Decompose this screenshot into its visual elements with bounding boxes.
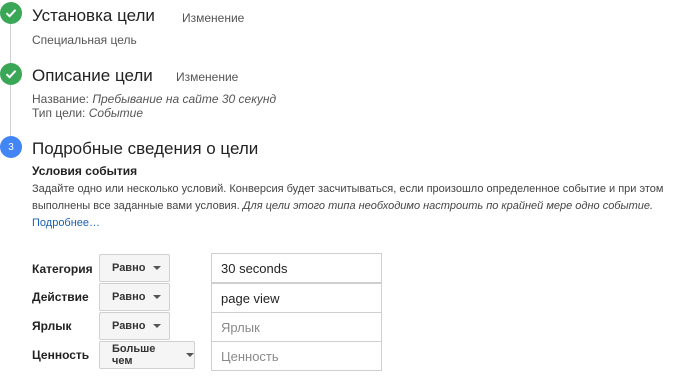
value-operator-value: Больше чем	[112, 343, 156, 367]
value-value-input[interactable]	[211, 341, 382, 371]
edit-goal-description-link[interactable]: Изменение	[176, 70, 238, 84]
condition-label-value: Ценность	[32, 348, 90, 362]
value-operator-dropdown[interactable]: Больше чем	[99, 341, 195, 369]
event-conditions-heading: Условия события	[32, 164, 138, 178]
goal-name-label: Название:	[32, 92, 89, 106]
chevron-down-icon	[186, 353, 194, 357]
event-conditions-description: Задайте одно или несколько условий. Конв…	[32, 181, 677, 215]
learn-more-link[interactable]: Подробнее…	[32, 217, 100, 229]
goal-name-line: Название: Пребывание на сайте 30 секунд	[32, 92, 276, 106]
action-operator-dropdown[interactable]: Равно	[99, 283, 170, 311]
step-number-badge: 3	[0, 136, 22, 158]
step-complete-check-icon	[0, 2, 22, 24]
condition-label-action: Действие	[32, 290, 89, 304]
goal-name-value: Пребывание на сайте 30 секунд	[92, 92, 277, 106]
condition-label-label: Ярлык	[32, 319, 72, 333]
goal-setup-subtitle: Специальная цель	[32, 33, 137, 47]
step-complete-check-icon	[0, 63, 22, 85]
step-title-goal-details: Подробные сведения о цели	[32, 139, 259, 158]
category-operator-dropdown[interactable]: Равно	[99, 254, 170, 282]
chevron-down-icon	[153, 266, 162, 270]
step-title-goal-setup: Установка цели	[32, 6, 155, 25]
edit-goal-setup-link[interactable]: Изменение	[182, 11, 244, 25]
category-operator-value: Равно	[112, 262, 146, 274]
goal-type-value: Событие	[88, 106, 143, 120]
action-value-input[interactable]	[211, 283, 382, 313]
description-italic-text: Для цели этого типа необходимо настроить…	[242, 200, 654, 212]
label-operator-dropdown[interactable]: Равно	[99, 312, 170, 340]
goal-type-label: Тип цели:	[32, 106, 86, 120]
chevron-down-icon	[153, 324, 162, 328]
label-value-input[interactable]	[211, 312, 382, 342]
goal-type-line: Тип цели: Событие	[32, 106, 143, 120]
condition-label-category: Категория	[32, 262, 93, 276]
category-value-input[interactable]	[211, 253, 382, 283]
label-operator-value: Равно	[112, 320, 146, 332]
step-title-goal-description: Описание цели	[32, 66, 153, 85]
action-operator-value: Равно	[112, 291, 146, 303]
chevron-down-icon	[153, 295, 162, 299]
